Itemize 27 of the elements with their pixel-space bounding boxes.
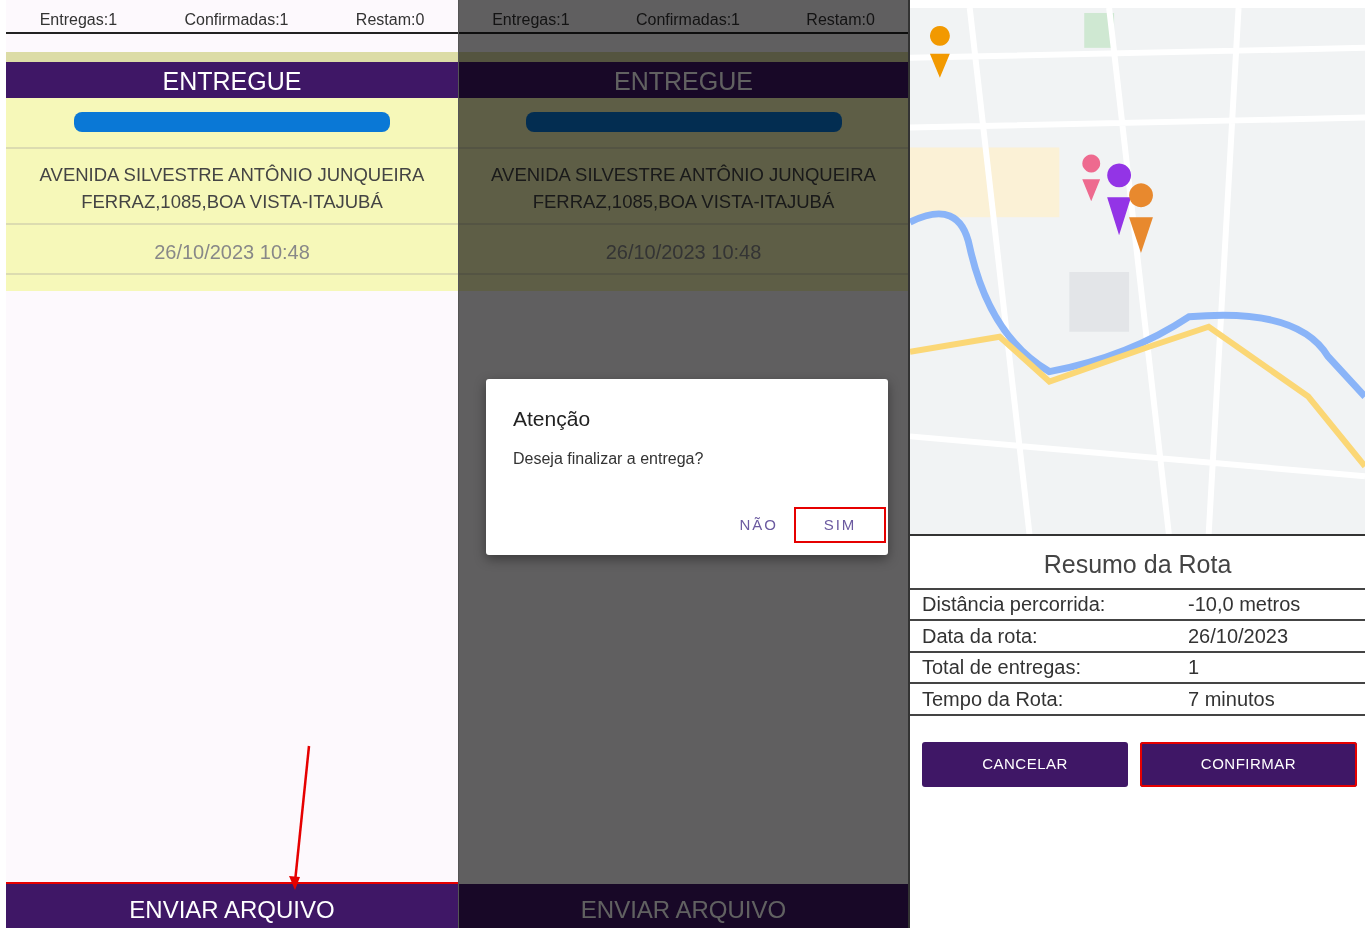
yes-button[interactable]: SIM <box>796 509 884 541</box>
counter-label: Entregas:1 <box>39 10 118 30</box>
summary-title: Resumo da Rota <box>910 536 1365 590</box>
status-header: ENTREGUE <box>459 62 908 98</box>
cancel-button[interactable]: CANCELAR <box>922 741 1129 787</box>
date-time: 26/10/2023 10:48 <box>154 241 310 263</box>
address-text: AVENIDA SILVESTRE ANTÔNIO JUNQUEIRA FERRAZ,1085,BOA VISTA-ITAJUBÁ <box>491 164 876 212</box>
summary-label: Distância percorrida: <box>922 592 1107 618</box>
summary-value: 1 <box>1188 655 1200 681</box>
summary-value: 26/10/2023 <box>1188 623 1289 649</box>
summary-label: Tempo da Rota: <box>922 686 1065 712</box>
counter-label: Confirmadas:1 <box>635 10 740 30</box>
counter-label: Entregas:1 <box>492 10 570 30</box>
dialog-message: Deseja finalizar a entrega? <box>513 448 705 469</box>
dialog-title: Atenção <box>513 406 592 432</box>
summary-label: Data da rota: <box>922 623 1039 649</box>
counter-label: Restam:0 <box>355 10 425 30</box>
confirm-button[interactable]: CONFIRMAR <box>1140 741 1357 787</box>
address-text: AVENIDA SILVESTRE ANTÔNIO JUNQUEIRA FERRAZ,1085,BOA VISTA-ITAJUBÁ <box>39 164 425 212</box>
counter-label: Restam:0 <box>806 10 875 30</box>
send-file-button[interactable]: ENVIAR ARQUIVO <box>6 884 458 928</box>
no-button[interactable]: NÃO <box>727 509 790 541</box>
counter-label: Confirmadas:1 <box>184 10 289 30</box>
summary-label: Total de entregas: <box>922 655 1082 681</box>
summary-value: 7 minutos <box>1188 686 1275 712</box>
summary-value: -10,0 metros <box>1188 592 1301 618</box>
status-header: ENTREGUE <box>6 62 458 98</box>
